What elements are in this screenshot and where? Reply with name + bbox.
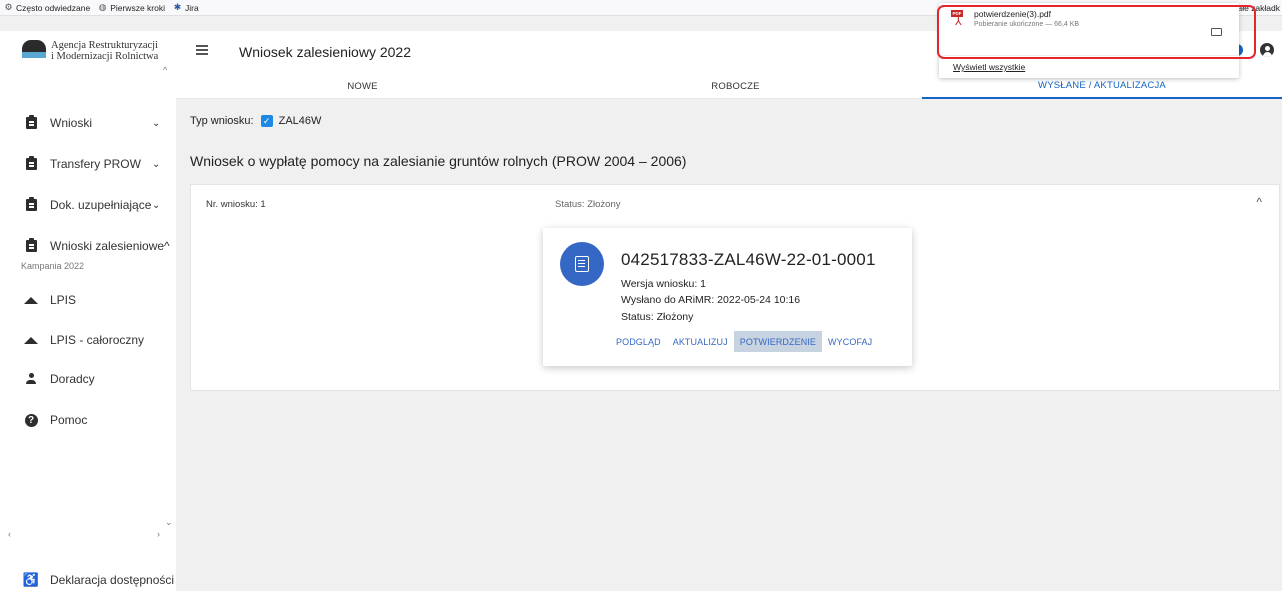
download-file-name[interactable]: potwierdzenie(3).pdf	[974, 9, 1051, 19]
bookmark-first-steps[interactable]: ◍ Pierwsze kroki	[98, 3, 165, 13]
application-status: Status: Złożony	[555, 199, 621, 210]
clipboard-icon	[24, 238, 38, 253]
card-actions: PODGLĄD AKTUALIZUJ POTWIERDZENIE WYCOFAJ	[610, 331, 878, 352]
accessibility-icon: ♿	[22, 572, 40, 587]
logo-line-2: i Modernizacji Rolnictwa	[51, 51, 159, 62]
scroll-left-icon[interactable]: ‹	[8, 529, 11, 539]
application-type-row: Typ wniosku: ✓ ZAL46W	[190, 115, 321, 127]
sidebar-item-lpis[interactable]: LPIS	[0, 290, 170, 310]
show-all-downloads-link[interactable]: Wyświetl wszystkie	[953, 62, 1025, 72]
sidebar-item-label: Doradcy	[50, 372, 95, 386]
scroll-up-icon[interactable]: ^	[163, 65, 167, 75]
application-sent-date: Wysłano do ARiMR: 2022-05-24 10:16	[621, 294, 801, 306]
preview-button[interactable]: PODGLĄD	[610, 331, 667, 352]
application-id: 042517833-ZAL46W-22-01-0001	[621, 250, 876, 269]
gear-icon: ⚙	[4, 2, 13, 12]
sidebar: Agencja Restrukturyzacji i Modernizacji …	[0, 31, 176, 591]
chevron-down-icon: ⌄	[152, 158, 161, 170]
bookmark-frequent[interactable]: ⚙ Często odwiedzane	[4, 3, 90, 13]
withdraw-button[interactable]: WYCOFAJ	[822, 331, 878, 352]
sidebar-item-label-text: Wnioski zalesieniowe	[50, 239, 165, 253]
download-status: Pobieranie ukończone — 66,4 KB	[974, 21, 1080, 28]
sidebar-item-label: Pomoc	[50, 413, 88, 427]
type-label: Typ wniosku:	[190, 115, 254, 127]
sidebar-item-doradcy[interactable]: Doradcy	[0, 369, 170, 389]
tab-nowe[interactable]: NOWE	[176, 73, 549, 99]
chevron-up-icon: ^	[164, 239, 170, 253]
scroll-right-icon[interactable]: ›	[157, 529, 160, 539]
accessibility-declaration-link[interactable]: ♿ Deklaracja dostępności	[0, 570, 176, 590]
globe-icon: ◍	[98, 2, 107, 12]
accessibility-label: Deklaracja dostępności	[50, 573, 175, 587]
account-icon[interactable]	[1260, 43, 1274, 57]
application-number: Nr. wniosku: 1	[206, 199, 266, 210]
jira-icon: ✱	[173, 2, 182, 12]
application-card: 042517833-ZAL46W-22-01-0001 Wersja wnios…	[543, 228, 912, 366]
clipboard-icon	[24, 156, 38, 171]
open-folder-icon[interactable]	[1211, 28, 1222, 36]
sidebar-item-wnioski[interactable]: Wnioski ⌄	[0, 113, 170, 133]
arimr-logo-icon	[22, 40, 46, 58]
collapse-chevron-icon[interactable]: ^	[1256, 195, 1262, 209]
update-button[interactable]: AKTUALIZUJ	[667, 331, 734, 352]
clipboard-icon	[24, 115, 38, 130]
menu-icon[interactable]	[196, 45, 208, 55]
person-icon	[24, 372, 38, 386]
sidebar-item-label: Wnioski zalesieniowe^	[50, 239, 170, 253]
arimr-logo[interactable]: Agencja Restrukturyzacji i Modernizacji …	[22, 40, 158, 62]
sidebar-item-wnioski-zalesieniowe[interactable]: Wnioski zalesieniowe^	[0, 236, 170, 256]
type-checkbox[interactable]: ✓	[260, 115, 273, 127]
sidebar-item-label: LPIS	[50, 293, 77, 307]
mountain-icon	[24, 293, 38, 307]
tab-robocze[interactable]: ROBOCZE	[549, 73, 922, 99]
chevron-down-icon: ⌄	[152, 199, 161, 211]
bookmark-label: Pierwsze kroki	[110, 2, 165, 13]
scroll-down-icon[interactable]: ⌄	[165, 517, 173, 528]
confirmation-button[interactable]: POTWIERDZENIE	[733, 331, 823, 352]
chevron-down-icon: ⌄	[152, 117, 161, 129]
sidebar-scrollbar[interactable]: ‹ › ⌄	[0, 517, 176, 539]
downloads-panel: PDF ⅄ potwierdzenie(3).pdf Pobieranie uk…	[939, 3, 1239, 78]
document-icon	[560, 242, 604, 286]
sidebar-item-label: LPIS - całoroczny	[50, 333, 145, 347]
pdf-file-icon: PDF ⅄	[951, 10, 963, 28]
clipboard-icon	[24, 197, 38, 212]
divider	[939, 55, 1239, 56]
sidebar-item-label: Dok. uzupełniające	[50, 198, 152, 212]
sidebar-item-label: Wnioski	[50, 116, 93, 130]
type-value: ZAL46W	[278, 115, 322, 127]
sidebar-item-transfery-prow[interactable]: Transfery PROW ⌄	[0, 154, 170, 174]
page-title: Wniosek zalesieniowy 2022	[239, 44, 411, 60]
help-icon: ?	[24, 413, 38, 427]
mountain-icon	[24, 333, 38, 347]
bookmark-label: Jira	[184, 2, 199, 13]
sidebar-item-label: Transfery PROW	[50, 157, 141, 171]
sidebar-item-lpis-caloroczny[interactable]: LPIS - całoroczny	[0, 330, 170, 350]
sidebar-item-pomoc[interactable]: ? Pomoc	[0, 410, 170, 430]
sidebar-item-dok-uzupelniajace[interactable]: Dok. uzupełniające ⌄	[0, 195, 170, 215]
sidebar-subitem-kampania[interactable]: Kampania 2022	[21, 261, 84, 271]
application-card-status: Status: Złożony	[621, 311, 694, 323]
bookmark-jira[interactable]: ✱ Jira	[173, 3, 199, 13]
section-title: Wniosek o wypłatę pomocy na zalesianie g…	[190, 153, 687, 169]
bookmark-label: Często odwiedzane	[16, 2, 91, 13]
logo-line-1: Agencja Restrukturyzacji	[51, 40, 158, 51]
application-version: Wersja wniosku: 1	[621, 278, 707, 290]
